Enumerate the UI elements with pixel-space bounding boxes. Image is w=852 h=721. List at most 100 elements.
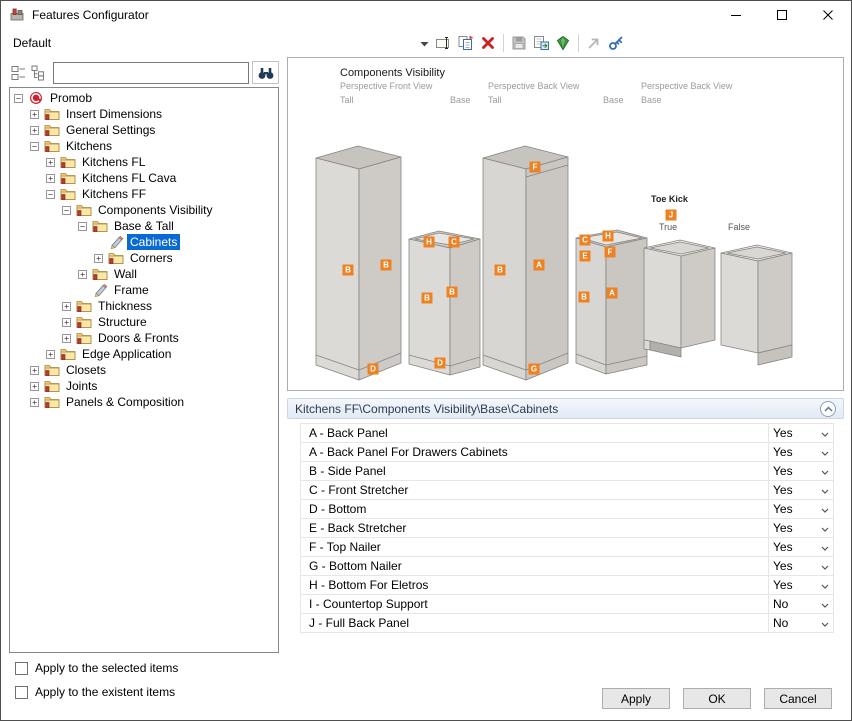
tree-node-icon: [92, 267, 108, 281]
tree-node-label[interactable]: Edge Application: [79, 346, 174, 362]
minimize-button[interactable]: [713, 1, 759, 29]
maximize-button[interactable]: [759, 1, 805, 29]
tree-node-label[interactable]: Panels & Composition: [63, 394, 187, 410]
tree-node-label[interactable]: Joints: [63, 378, 100, 394]
collapse-panel-button[interactable]: [820, 401, 836, 417]
tree-item[interactable]: − Base & Tall: [10, 218, 278, 234]
ok-button[interactable]: OK: [683, 688, 751, 709]
tree-expander[interactable]: +: [46, 350, 55, 359]
tree-node-label[interactable]: Frame: [111, 282, 152, 298]
tree-expander[interactable]: −: [30, 142, 39, 151]
tree-item[interactable]: Cabinets: [10, 234, 278, 250]
generate-button[interactable]: [552, 32, 574, 54]
tree-item[interactable]: − Kitchens: [10, 138, 278, 154]
tree-expander[interactable]: +: [78, 270, 87, 279]
property-value-dropdown[interactable]: Yes: [768, 519, 833, 537]
tree-expander[interactable]: −: [78, 222, 87, 231]
tree-expander[interactable]: +: [46, 174, 55, 183]
tree-node-label[interactable]: Promob: [47, 90, 95, 106]
property-value-dropdown[interactable]: Yes: [768, 538, 833, 556]
expand-all-button[interactable]: [29, 63, 49, 83]
property-row: E - Back Stretcher Yes: [300, 518, 834, 538]
tree-item[interactable]: + Corners: [10, 250, 278, 266]
tree-item[interactable]: − Kitchens FF: [10, 186, 278, 202]
property-value-dropdown[interactable]: Yes: [768, 462, 833, 480]
tree-expander[interactable]: +: [62, 334, 71, 343]
tree-expander[interactable]: −: [62, 206, 71, 215]
cancel-button[interactable]: Cancel: [764, 688, 832, 709]
export-button[interactable]: [530, 32, 552, 54]
collapse-all-button[interactable]: [9, 63, 29, 83]
checkbox-label[interactable]: Apply to the selected items: [35, 661, 178, 675]
find-button[interactable]: [252, 61, 279, 84]
feature-tree[interactable]: − Promob + Insert Dimensions + General S…: [9, 87, 279, 653]
tree-expander[interactable]: +: [46, 158, 55, 167]
tree-node-label[interactable]: Base & Tall: [111, 218, 177, 234]
tree-node-label[interactable]: Components Visibility: [95, 202, 216, 218]
tree-node-label[interactable]: Doors & Fronts: [95, 330, 182, 346]
tree-search-input[interactable]: [53, 62, 249, 84]
apply-selected-checkbox-row[interactable]: Apply to the selected items: [15, 661, 178, 675]
tree-item[interactable]: − Components Visibility: [10, 202, 278, 218]
tree-node-label[interactable]: Closets: [63, 362, 109, 378]
property-value-dropdown[interactable]: No: [768, 614, 833, 632]
tree-node-label[interactable]: Kitchens: [63, 138, 115, 154]
tree-item[interactable]: + Closets: [10, 362, 278, 378]
tree-expander[interactable]: +: [62, 302, 71, 311]
tree-item[interactable]: + Wall: [10, 266, 278, 282]
apply-button[interactable]: Apply: [602, 688, 670, 709]
tree-item[interactable]: − Promob: [10, 90, 278, 106]
profile-combobox[interactable]: Default: [9, 32, 433, 54]
tree-expander[interactable]: +: [94, 254, 103, 263]
copy-profile-button[interactable]: [455, 32, 477, 54]
tree-expander[interactable]: −: [46, 190, 55, 199]
tree-expander[interactable]: +: [30, 382, 39, 391]
property-value-dropdown[interactable]: No: [768, 595, 833, 613]
tree-item[interactable]: + Doors & Fronts: [10, 330, 278, 346]
checkbox-label[interactable]: Apply to the existent items: [35, 685, 175, 699]
advanced-button[interactable]: [605, 32, 627, 54]
tree-item[interactable]: + Panels & Composition: [10, 394, 278, 410]
tree-item[interactable]: + Thickness: [10, 298, 278, 314]
tree-item[interactable]: Frame: [10, 282, 278, 298]
property-value-dropdown[interactable]: Yes: [768, 500, 833, 518]
property-value-dropdown[interactable]: Yes: [768, 576, 833, 594]
tree-node-label[interactable]: Cabinets: [127, 234, 180, 250]
property-value-dropdown[interactable]: Yes: [768, 424, 833, 442]
tree-expander[interactable]: +: [30, 126, 39, 135]
tree-expander[interactable]: +: [30, 398, 39, 407]
tree-node-label[interactable]: Insert Dimensions: [63, 106, 165, 122]
tree-node-label[interactable]: Kitchens FL Cava: [79, 170, 179, 186]
tree-expander[interactable]: −: [14, 94, 23, 103]
apply-existent-checkbox-row[interactable]: Apply to the existent items: [15, 685, 175, 699]
tree-expander[interactable]: +: [30, 366, 39, 375]
link-button[interactable]: [583, 32, 605, 54]
property-value-dropdown[interactable]: Yes: [768, 557, 833, 575]
tree-node-label[interactable]: Kitchens FF: [79, 186, 149, 202]
tree-item[interactable]: + General Settings: [10, 122, 278, 138]
tree-node-label[interactable]: Corners: [127, 250, 176, 266]
apply-selected-checkbox[interactable]: [15, 662, 28, 675]
delete-profile-button[interactable]: [477, 32, 499, 54]
tree-node-label[interactable]: Structure: [95, 314, 150, 330]
tree-node-label[interactable]: Wall: [111, 266, 140, 282]
save-button[interactable]: [508, 32, 530, 54]
tree-item[interactable]: + Joints: [10, 378, 278, 394]
tree-item[interactable]: + Insert Dimensions: [10, 106, 278, 122]
tree-expander[interactable]: +: [62, 318, 71, 327]
rename-profile-button[interactable]: [433, 32, 455, 54]
property-value-dropdown[interactable]: Yes: [768, 481, 833, 499]
tree-item[interactable]: + Structure: [10, 314, 278, 330]
tree-node-label[interactable]: General Settings: [63, 122, 158, 138]
apply-existent-checkbox[interactable]: [15, 686, 28, 699]
tree-node-label[interactable]: Thickness: [95, 298, 155, 314]
tree-item[interactable]: + Kitchens FL: [10, 154, 278, 170]
tree-item[interactable]: + Kitchens FL Cava: [10, 170, 278, 186]
property-value-dropdown[interactable]: Yes: [768, 443, 833, 461]
tree-item[interactable]: + Edge Application: [10, 346, 278, 362]
gem-icon: [554, 34, 572, 52]
column-label: Base: [450, 95, 471, 105]
tree-node-label[interactable]: Kitchens FL: [79, 154, 148, 170]
tree-expander[interactable]: +: [30, 110, 39, 119]
close-button[interactable]: [805, 1, 851, 29]
